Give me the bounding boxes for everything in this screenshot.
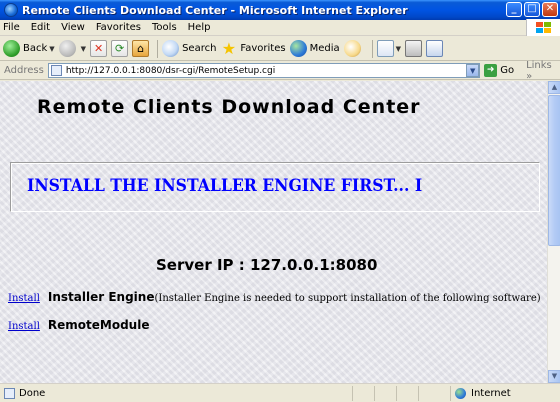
status-pane	[352, 386, 374, 401]
print-icon	[405, 40, 423, 57]
ie-icon	[4, 3, 18, 17]
status-bar: Done Internet	[0, 383, 560, 402]
print-button[interactable]	[405, 38, 423, 60]
list-item: Install Installer Engine (Installer Engi…	[8, 290, 541, 304]
address-bar: Address http://127.0.0.1:8080/dsr-cgi/Re…	[0, 60, 560, 82]
toolbar-separator	[157, 39, 159, 58]
page-content: Remote Clients Download Center INSTALL T…	[0, 81, 547, 383]
menu-bar: File Edit View Favorites Tools Help	[0, 19, 560, 36]
install-remotemodule-link[interactable]: Install	[8, 321, 40, 332]
go-arrow-icon: ➜	[484, 64, 498, 77]
status-pane	[418, 386, 440, 401]
address-dropdown-icon[interactable]: ▼	[466, 64, 480, 77]
back-dropdown-icon[interactable]: ▼	[49, 45, 54, 53]
refresh-button[interactable]: ⟳	[111, 38, 129, 60]
forward-button[interactable]: ▼	[58, 38, 86, 60]
scroll-down-icon[interactable]: ▼	[548, 370, 560, 383]
menu-tools[interactable]: Tools	[152, 22, 177, 33]
item-note: (Installer Engine is needed to support i…	[154, 293, 541, 304]
forward-arrow-icon	[58, 40, 76, 57]
media-icon	[289, 40, 307, 57]
menu-favorites[interactable]: Favorites	[96, 22, 141, 33]
internet-globe-icon	[455, 388, 466, 399]
banner-text: INSTALL THE INSTALLER ENGINE FIRST... I	[27, 176, 423, 196]
links-button[interactable]: Links »	[526, 60, 560, 82]
status-pane	[374, 386, 396, 401]
home-button[interactable]: ⌂	[132, 38, 150, 60]
scroll-up-icon[interactable]: ▲	[548, 81, 560, 94]
status-panes	[352, 386, 440, 401]
favorites-button[interactable]: ★ Favorites	[220, 38, 286, 60]
status-pane	[396, 386, 418, 401]
refresh-icon: ⟳	[111, 40, 129, 57]
maximize-button[interactable]: □	[524, 2, 540, 17]
address-url[interactable]: http://127.0.0.1:8080/dsr-cgi/RemoteSetu…	[66, 66, 466, 76]
media-label: Media	[309, 43, 340, 54]
page-heading: Remote Clients Download Center	[37, 96, 421, 118]
status-text: Done	[19, 387, 46, 399]
media-button[interactable]: Media	[289, 38, 340, 60]
security-zone: Internet	[450, 386, 511, 401]
windows-logo-icon	[526, 19, 560, 36]
toolbar: Back ▼ ▼ ✕ ⟳ ⌂ Search ★ Favorites Media …	[0, 37, 560, 61]
menu-edit[interactable]: Edit	[31, 22, 50, 33]
item-name: RemoteModule	[47, 318, 150, 332]
install-installer-engine-link[interactable]: Install	[8, 293, 40, 304]
edit-icon	[426, 40, 444, 57]
go-label: Go	[500, 65, 515, 76]
close-button[interactable]: ✕	[542, 2, 558, 17]
search-icon	[162, 40, 180, 57]
vertical-scrollbar[interactable]: ▲ ▼	[547, 81, 560, 383]
scroll-thumb[interactable]	[548, 95, 560, 246]
window-title: Remote Clients Download Center - Microso…	[22, 3, 408, 17]
links-label: Links	[526, 59, 552, 71]
title-bar: Remote Clients Download Center - Microso…	[0, 0, 560, 20]
list-item: Install RemoteModule	[8, 318, 149, 332]
menu-help[interactable]: Help	[188, 22, 211, 33]
back-button[interactable]: Back ▼	[3, 38, 55, 60]
favorites-label: Favorites	[240, 43, 286, 54]
menu-file[interactable]: File	[3, 22, 20, 33]
edit-button[interactable]	[426, 38, 444, 60]
server-ip: Server IP : 127.0.0.1:8080	[156, 256, 378, 274]
menu-view[interactable]: View	[61, 22, 85, 33]
home-icon: ⌂	[132, 40, 150, 57]
address-input[interactable]: http://127.0.0.1:8080/dsr-cgi/RemoteSetu…	[47, 63, 481, 78]
star-icon: ★	[221, 39, 237, 58]
go-button[interactable]: ➜ Go	[484, 64, 514, 77]
history-icon	[343, 40, 361, 57]
mail-icon	[376, 40, 394, 57]
stop-icon: ✕	[90, 40, 108, 57]
search-button[interactable]: Search	[162, 38, 216, 60]
mail-button[interactable]: ▼	[376, 38, 401, 60]
zone-label: Internet	[471, 388, 511, 399]
install-banner: INSTALL THE INSTALLER ENGINE FIRST... I	[10, 162, 540, 212]
search-label: Search	[182, 43, 217, 54]
toolbar-separator	[371, 39, 373, 58]
back-arrow-icon	[3, 40, 20, 57]
back-label: Back	[23, 43, 48, 54]
minimize-button[interactable]: _	[506, 2, 522, 17]
page-icon	[50, 65, 62, 76]
address-label: Address	[4, 65, 44, 76]
history-button[interactable]	[343, 38, 364, 60]
mail-dropdown-icon[interactable]: ▼	[396, 45, 401, 53]
stop-button[interactable]: ✕	[90, 38, 108, 60]
item-name: Installer Engine	[47, 290, 155, 304]
page-done-icon	[4, 387, 15, 399]
forward-dropdown-icon[interactable]: ▼	[81, 45, 86, 53]
window-controls: _ □ ✕	[506, 2, 558, 17]
